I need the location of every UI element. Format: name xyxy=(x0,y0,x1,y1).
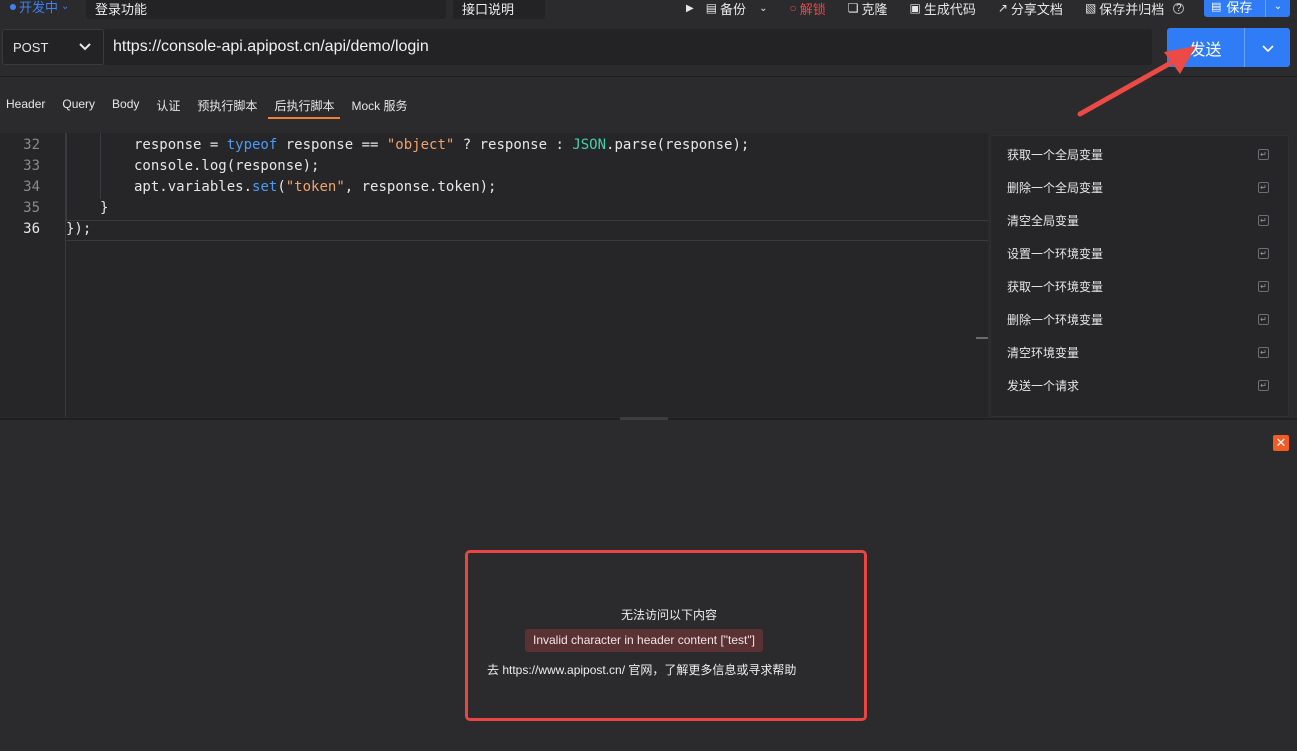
toolbar-actions: ▶ ▤ 备份 ⌄ ○ 解锁 ❏ 克隆 ▣ 生成代码 ↗ 分享文档 ▧ 保存并归档… xyxy=(676,0,1190,19)
help-icon[interactable]: ? xyxy=(1173,2,1185,14)
generate-code-label: 生成代码 xyxy=(923,1,976,17)
send-dropdown[interactable] xyxy=(1245,40,1290,56)
chevron-down-icon xyxy=(1261,44,1274,52)
error-title: 无法访问以下内容 xyxy=(620,608,717,622)
chevron-down-icon: ⌄ xyxy=(61,1,70,12)
snippet-label: 删除一个全局变量 xyxy=(1007,181,1104,195)
code-line-33: console.log(response); xyxy=(134,158,320,174)
enter-icon: ↵ xyxy=(1258,347,1269,358)
save-label: 保存 xyxy=(1226,0,1253,15)
code-line-36: }); xyxy=(66,221,92,237)
enter-icon: ↵ xyxy=(1258,248,1269,259)
line-number: 35 xyxy=(23,200,40,216)
share-doc-label: 分享文档 xyxy=(1010,1,1063,17)
close-icon[interactable]: ✕ xyxy=(1273,435,1289,451)
error-detail-badge: Invalid character in header content ["te… xyxy=(525,629,763,652)
tab-header[interactable]: Header xyxy=(0,93,51,119)
clone-icon: ❏ xyxy=(847,1,859,15)
share-doc-button[interactable]: ↗ 分享文档 xyxy=(998,0,1063,18)
snippet-clear-global-vars[interactable]: 清空全局变量 ↵ xyxy=(1007,212,1269,229)
error-message-box: 无法访问以下内容 Invalid character in header con… xyxy=(465,550,867,721)
enter-icon: ↵ xyxy=(1258,380,1269,391)
send-main[interactable]: 发送 xyxy=(1167,28,1245,67)
tab-auth[interactable]: 认证 xyxy=(150,93,186,119)
lock-icon: ○ xyxy=(789,1,797,15)
code-line-35: } xyxy=(100,200,109,216)
chevron-down-icon: ⌄ xyxy=(759,2,768,14)
env-status-dot xyxy=(10,3,16,10)
code-line-34: apt.variables.set("token", response.toke… xyxy=(134,179,497,195)
code-icon: ▣ xyxy=(909,1,921,15)
clone-button[interactable]: ❏ 克隆 xyxy=(848,0,888,18)
tab-body[interactable]: Body xyxy=(106,93,145,119)
url-input[interactable]: https://console-api.apipost.cn/api/demo/… xyxy=(104,29,1152,65)
snippet-panel: 获取一个全局变量 ↵ 删除一个全局变量 ↵ 清空全局变量 ↵ 设置一个环境变量 ↵ 获取… xyxy=(990,135,1289,417)
save-dropdown-chevron-icon[interactable]: ⌄ xyxy=(1266,1,1290,12)
enter-icon: ↵ xyxy=(1258,215,1269,226)
top-toolbar: 开发中 ⌄ 登录功能 接口说明 ▶ ▤ 备份 ⌄ ○ 解锁 ❏ 克隆 ▣ 生成代… xyxy=(0,0,1297,22)
snippet-get-env-var[interactable]: 获取一个环境变量 ↵ xyxy=(1007,278,1269,295)
line-gutter: 32 33 34 35 36 xyxy=(0,133,64,417)
save-button[interactable]: ▤ 保存 ⌄ xyxy=(1204,0,1290,17)
method-select[interactable]: POST xyxy=(2,29,104,65)
snippet-set-env-var[interactable]: 设置一个环境变量 ↵ xyxy=(1007,245,1269,262)
indent-guide xyxy=(100,133,101,199)
scroll-marker xyxy=(976,337,988,339)
enter-icon: ↵ xyxy=(1258,281,1269,292)
current-line-highlight xyxy=(66,220,988,241)
backup-button[interactable]: ▤ 备份 ⌄ xyxy=(706,0,768,18)
method-label: POST xyxy=(13,39,49,55)
save-archive-label: 保存并归档 xyxy=(1099,1,1165,17)
snippet-label: 获取一个环境变量 xyxy=(1007,280,1104,294)
error-help-text: 去 https://www.apipost.cn/ 官网，了解更多信息或寻求帮助 xyxy=(487,663,797,677)
unlock-label: 解锁 xyxy=(799,1,826,17)
tab-pre-script[interactable]: 预执行脚本 xyxy=(191,93,263,119)
tab-post-script[interactable]: 后执行脚本 xyxy=(268,93,341,119)
line-number-current: 36 xyxy=(23,221,40,237)
enter-icon: ↵ xyxy=(1258,314,1269,325)
script-editor[interactable]: 32 33 34 35 36 response = typeof respons… xyxy=(0,133,988,417)
request-tabs: Header Query Body 认证 预执行脚本 后执行脚本 Mock 服务 xyxy=(0,93,418,121)
backup-icon: ▤ xyxy=(705,1,718,15)
api-name-input[interactable]: 登录功能 xyxy=(86,0,446,19)
snippet-label: 设置一个环境变量 xyxy=(1007,247,1104,261)
snippet-get-global-var[interactable]: 获取一个全局变量 ↵ xyxy=(1007,146,1269,163)
unlock-button[interactable]: ○ 解锁 xyxy=(789,0,825,18)
chevron-down-icon xyxy=(79,43,91,51)
line-number: 32 xyxy=(23,137,40,153)
tab-query[interactable]: Query xyxy=(56,93,101,119)
backup-label: 备份 xyxy=(720,1,747,17)
generate-code-button[interactable]: ▣ 生成代码 xyxy=(910,0,976,18)
archive-icon: ▧ xyxy=(1084,1,1097,15)
save-main[interactable]: ▤ 保存 xyxy=(1204,0,1266,17)
environment-label: 开发中 xyxy=(19,0,59,15)
request-url-row: POST https://console-api.apipost.cn/api/… xyxy=(0,28,1297,68)
run-icon[interactable]: ▶ xyxy=(686,3,694,14)
indent-guide xyxy=(66,133,67,220)
snippet-label: 发送一个请求 xyxy=(1007,379,1080,393)
divider xyxy=(0,76,1297,77)
tab-mock-service[interactable]: Mock 服务 xyxy=(345,93,413,119)
snippet-send-request[interactable]: 发送一个请求 ↵ xyxy=(1007,377,1269,394)
enter-icon: ↵ xyxy=(1258,149,1269,160)
api-description-button[interactable]: 接口说明 xyxy=(453,0,545,19)
snippet-label: 清空环境变量 xyxy=(1007,346,1080,360)
save-icon: ▤ xyxy=(1211,0,1222,13)
send-button[interactable]: 发送 xyxy=(1167,28,1290,67)
snippet-delete-env-var[interactable]: 删除一个环境变量 ↵ xyxy=(1007,311,1269,328)
snippet-label: 清空全局变量 xyxy=(1007,214,1080,228)
snippet-delete-global-var[interactable]: 删除一个全局变量 ↵ xyxy=(1007,179,1269,196)
code-area[interactable]: response = typeof response == "object" ?… xyxy=(65,133,988,417)
environment-selector[interactable]: 开发中 ⌄ xyxy=(10,0,69,16)
snippet-label: 获取一个全局变量 xyxy=(1007,148,1104,162)
clone-label: 克隆 xyxy=(861,1,888,17)
line-number: 33 xyxy=(23,158,40,174)
enter-icon: ↵ xyxy=(1258,182,1269,193)
line-number: 34 xyxy=(23,179,40,195)
share-icon: ↗ xyxy=(997,1,1008,15)
code-line-32: response = typeof response == "object" ?… xyxy=(134,137,750,153)
snippet-clear-env-vars[interactable]: 清空环境变量 ↵ xyxy=(1007,344,1269,361)
snippet-label: 删除一个环境变量 xyxy=(1007,313,1104,327)
save-archive-button[interactable]: ▧ 保存并归档 ? xyxy=(1084,0,1185,18)
